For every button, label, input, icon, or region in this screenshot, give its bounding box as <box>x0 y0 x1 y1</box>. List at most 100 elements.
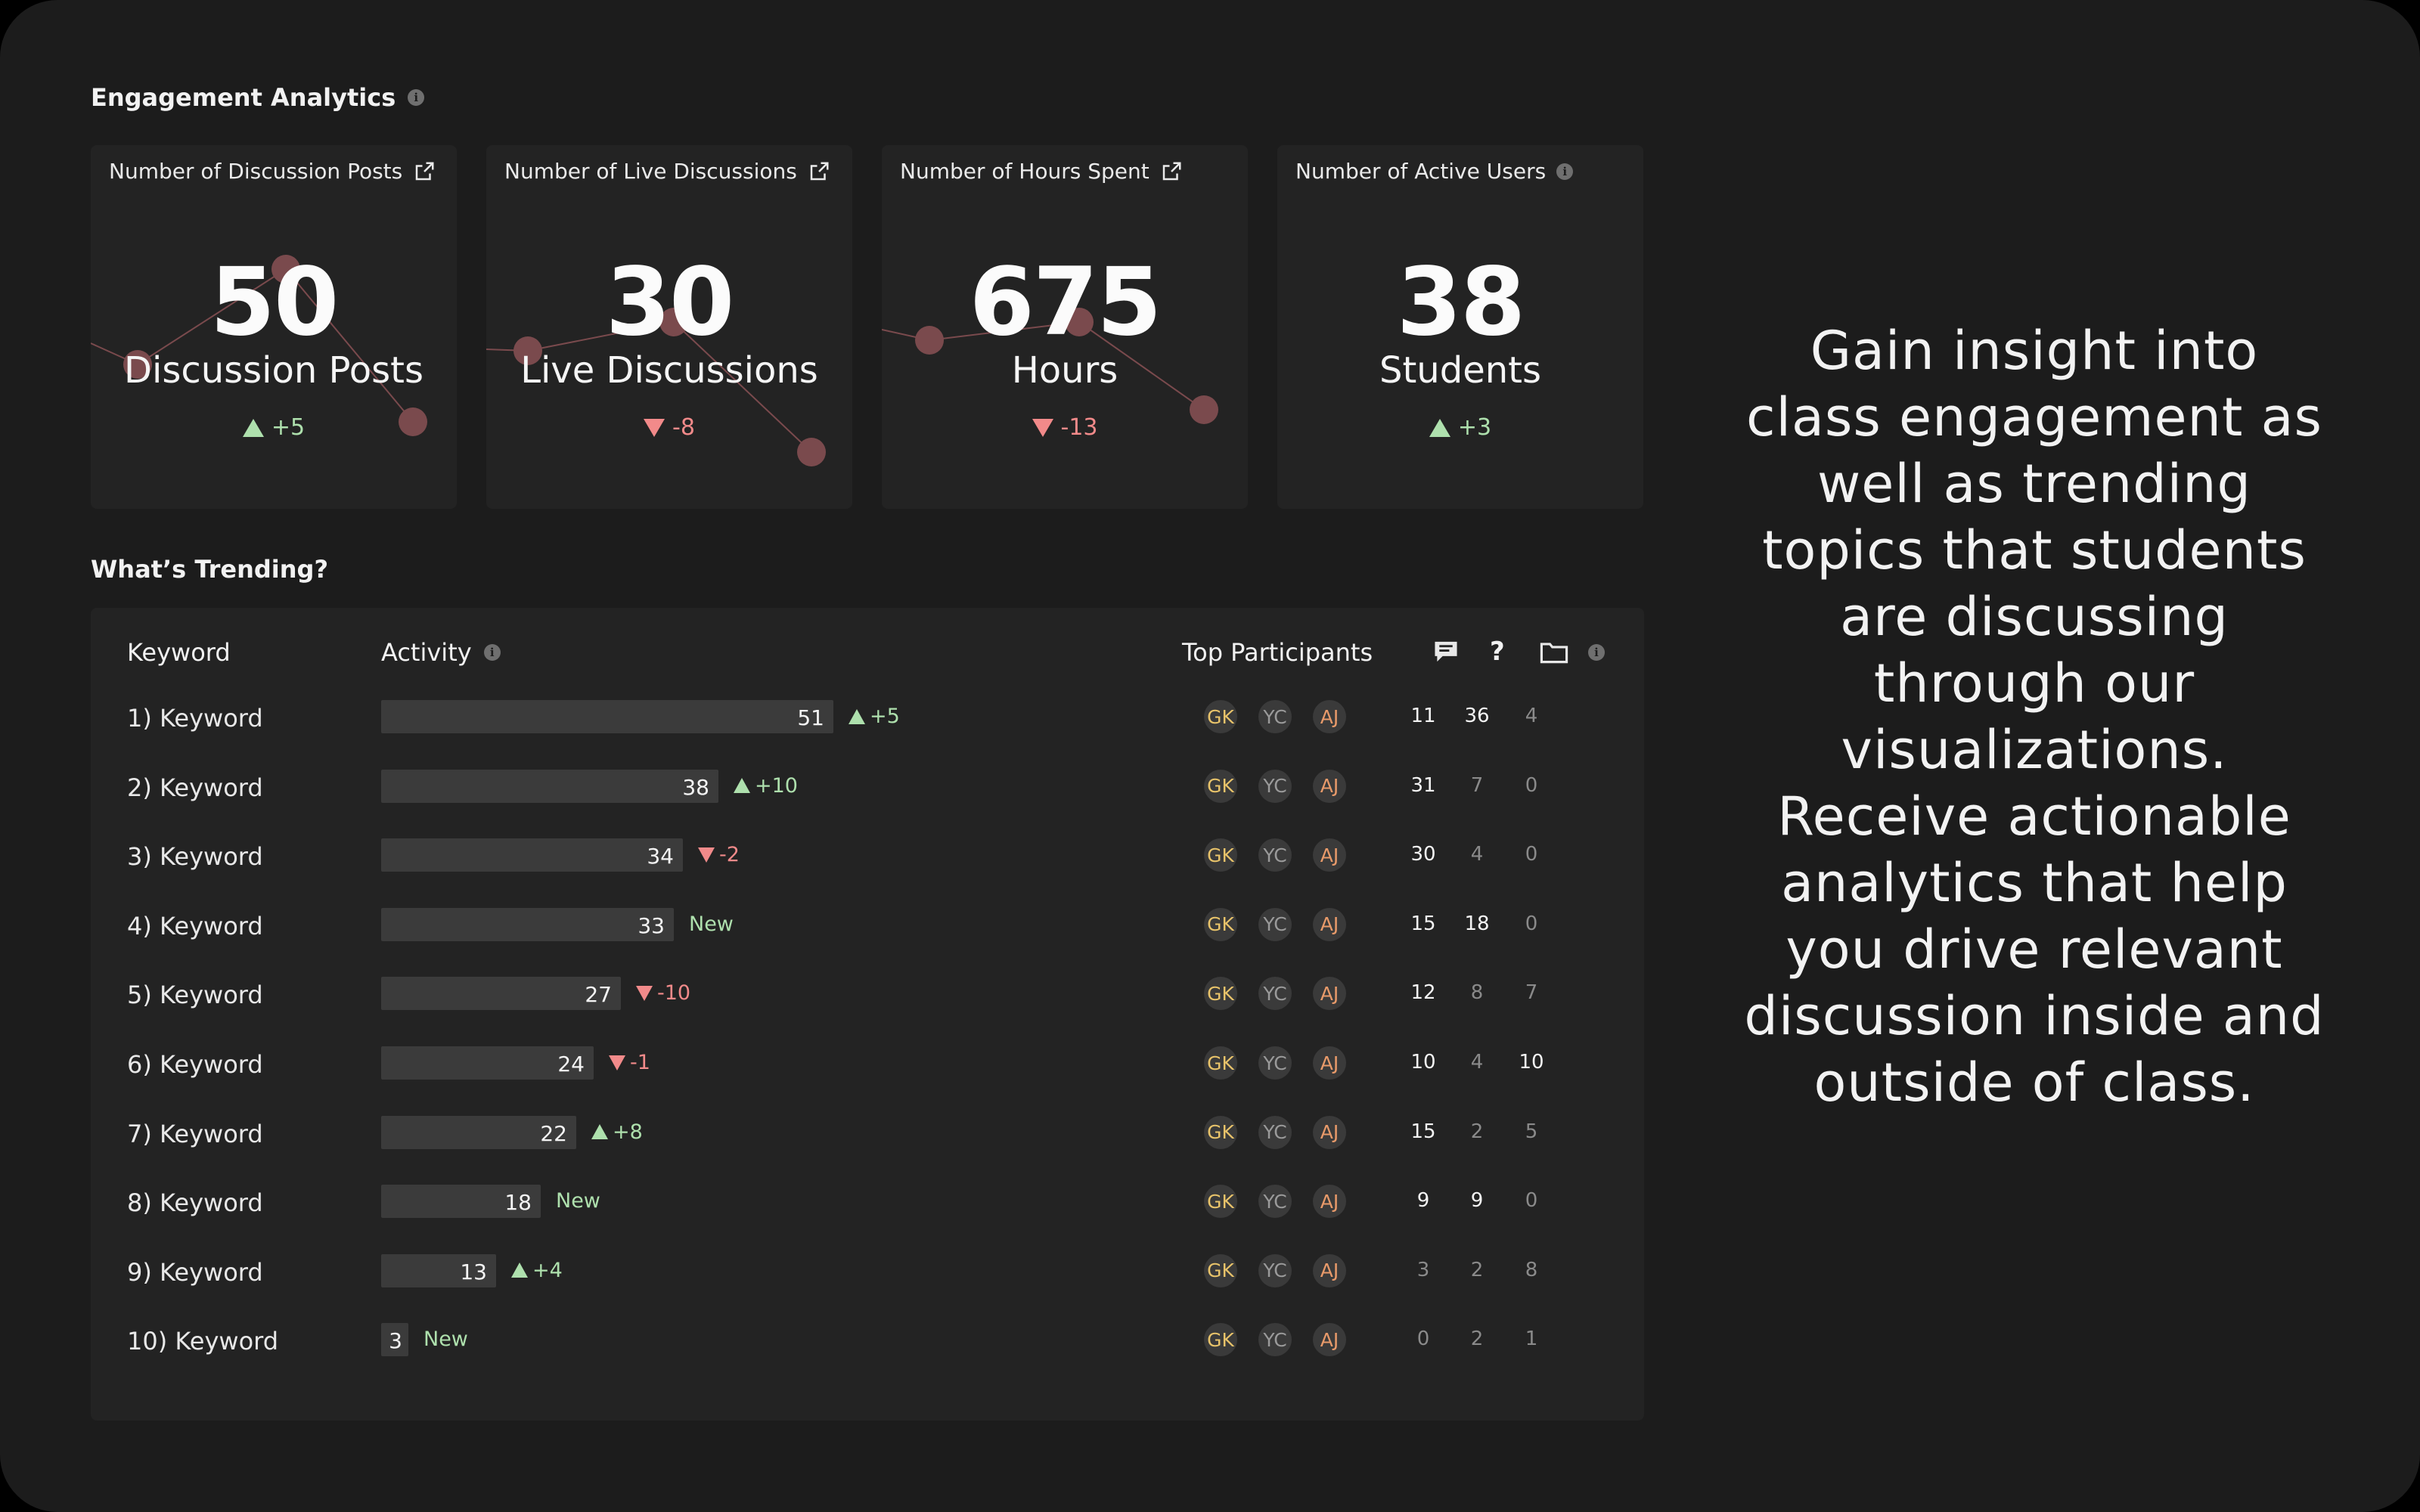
activity-value: 34 <box>647 844 674 869</box>
participant-avatar[interactable]: AJ <box>1313 1185 1346 1219</box>
activity-change-text: -1 <box>630 1051 650 1074</box>
activity-bar[interactable]: 22 <box>381 1115 576 1149</box>
table-row[interactable]: 9) Keyword 13 +4 GK YC AJ 3 2 8 <box>91 1252 1644 1297</box>
table-row[interactable]: 1) Keyword 51 +5 GK YC AJ 11 36 4 <box>91 698 1644 743</box>
participant-avatar[interactable]: AJ <box>1313 1115 1346 1149</box>
activity-change-text: +4 <box>532 1258 563 1282</box>
keyword-label[interactable]: 7) Keyword <box>127 1120 263 1148</box>
keyword-label[interactable]: 3) Keyword <box>127 842 263 871</box>
participant-avatar[interactable]: YC <box>1258 1323 1292 1357</box>
activity-bar[interactable]: 13 <box>381 1253 496 1287</box>
metric-card-live-discussions[interactable]: Number of Live Discussions 30 Live Discu… <box>486 145 852 509</box>
activity-bar[interactable]: 3 <box>381 1323 408 1357</box>
posts-count: 31 <box>1410 773 1436 797</box>
metric-unit: Students <box>1379 349 1541 392</box>
posts-count: 0 <box>1416 1328 1430 1351</box>
activity-change: New <box>424 1328 468 1351</box>
participant-avatar[interactable]: YC <box>1258 1115 1292 1149</box>
table-row[interactable]: 2) Keyword 38 +10 GK YC AJ 31 7 0 <box>91 767 1644 813</box>
activity-bar[interactable]: 18 <box>381 1185 541 1219</box>
info-icon[interactable]: i <box>408 89 425 106</box>
table-row[interactable]: 3) Keyword 34 -2 GK YC AJ 30 4 0 <box>91 836 1644 881</box>
comment-icon[interactable] <box>1432 640 1460 664</box>
participant-avatar[interactable]: YC <box>1258 838 1292 872</box>
keyword-label[interactable]: 5) Keyword <box>127 981 263 1009</box>
activity-bar[interactable]: 24 <box>381 1046 594 1080</box>
activity-bar[interactable]: 33 <box>381 907 674 941</box>
participant-avatar[interactable]: YC <box>1258 1253 1292 1287</box>
metric-delta-text: -13 <box>1060 414 1098 441</box>
participant-avatar[interactable]: YC <box>1258 977 1292 1011</box>
activity-bar[interactable]: 27 <box>381 977 621 1011</box>
questions-count: 7 <box>1470 773 1484 797</box>
participant-avatar[interactable]: GK <box>1204 977 1237 1011</box>
activity-change-text: +8 <box>613 1120 643 1144</box>
question-icon[interactable]: ? <box>1490 637 1505 667</box>
keyword-label[interactable]: 2) Keyword <box>127 773 263 802</box>
info-icon[interactable]: i <box>1588 644 1605 661</box>
participant-avatar[interactable]: GK <box>1204 1185 1237 1219</box>
activity-bar[interactable]: 34 <box>381 838 683 872</box>
header-activity[interactable]: Activity i <box>381 638 501 667</box>
participant-avatar[interactable]: AJ <box>1313 977 1346 1011</box>
metric-card-active-users[interactable]: Number of Active Users i 38 Students +3 <box>1277 145 1643 509</box>
questions-count: 2 <box>1470 1328 1484 1351</box>
header-top-participants[interactable]: Top Participants <box>1182 638 1373 667</box>
files-count: 5 <box>1525 1120 1538 1143</box>
participant-avatar[interactable]: YC <box>1258 700 1292 733</box>
participant-avatar[interactable]: GK <box>1204 838 1237 872</box>
activity-value: 51 <box>797 705 824 730</box>
activity-bar[interactable]: 51 <box>381 700 833 733</box>
keyword-label[interactable]: 10) Keyword <box>127 1327 278 1356</box>
activity-change-text: New <box>556 1189 600 1213</box>
keyword-label[interactable]: 1) Keyword <box>127 704 263 733</box>
participant-avatar[interactable]: AJ <box>1313 838 1346 872</box>
info-icon[interactable]: i <box>483 644 501 661</box>
header-activity-label: Activity <box>381 638 472 667</box>
folder-icon[interactable] <box>1540 641 1568 664</box>
trending-section-title: What’s Trending? <box>91 555 328 584</box>
participant-avatar[interactable]: AJ <box>1313 700 1346 733</box>
files-count: 8 <box>1525 1258 1538 1281</box>
keyword-label[interactable]: 9) Keyword <box>127 1258 263 1287</box>
files-count: 0 <box>1525 843 1538 866</box>
participant-avatar[interactable]: AJ <box>1313 907 1346 941</box>
table-row[interactable]: 4) Keyword 33 New GK YC AJ 15 18 0 <box>91 906 1644 951</box>
activity-change: +8 <box>591 1120 643 1144</box>
participant-avatar[interactable]: AJ <box>1313 1046 1346 1080</box>
metric-card-hours-spent[interactable]: Number of Hours Spent 675 Hours -13 <box>882 145 1248 509</box>
table-row[interactable]: 10) Keyword 3 New GK YC AJ 0 2 1 <box>91 1321 1644 1366</box>
app-frame: Engagement Analytics i Number of Discuss… <box>0 0 2420 1512</box>
posts-count: 30 <box>1410 843 1436 866</box>
keyword-label[interactable]: 6) Keyword <box>127 1050 263 1079</box>
metric-card-discussion-posts[interactable]: Number of Discussion Posts 50 Discussion… <box>91 145 457 509</box>
table-row[interactable]: 5) Keyword 27 -10 GK YC AJ 12 8 7 <box>91 974 1644 1020</box>
participant-avatar[interactable]: GK <box>1204 1253 1237 1287</box>
files-count: 4 <box>1525 705 1538 727</box>
engagement-title: Engagement Analytics <box>91 83 396 112</box>
activity-change: +5 <box>849 705 900 728</box>
participant-avatar[interactable]: AJ <box>1313 1253 1346 1287</box>
participant-avatar[interactable]: YC <box>1258 769 1292 803</box>
table-row[interactable]: 6) Keyword 24 -1 GK YC AJ 10 4 10 <box>91 1044 1644 1089</box>
participant-avatar[interactable]: GK <box>1204 769 1237 803</box>
participant-avatar[interactable]: AJ <box>1313 1323 1346 1357</box>
table-row[interactable]: 8) Keyword 18 New GK YC AJ 9 9 0 <box>91 1182 1644 1228</box>
participant-avatar[interactable]: GK <box>1204 700 1237 733</box>
header-keyword[interactable]: Keyword <box>127 638 231 667</box>
participant-avatar[interactable]: GK <box>1204 1323 1237 1357</box>
activity-bar[interactable]: 38 <box>381 769 718 803</box>
participant-avatar[interactable]: GK <box>1204 1115 1237 1149</box>
participant-avatar[interactable]: GK <box>1204 1046 1237 1080</box>
files-count: 1 <box>1525 1328 1538 1351</box>
table-row[interactable]: 7) Keyword 22 +8 GK YC AJ 15 2 5 <box>91 1114 1644 1159</box>
participant-avatar[interactable]: AJ <box>1313 769 1346 803</box>
participant-avatar[interactable]: YC <box>1258 907 1292 941</box>
keyword-label[interactable]: 8) Keyword <box>127 1188 263 1217</box>
participant-avatar[interactable]: YC <box>1258 1046 1292 1080</box>
questions-count: 36 <box>1464 705 1490 727</box>
files-count: 0 <box>1525 773 1538 797</box>
participant-avatar[interactable]: GK <box>1204 907 1237 941</box>
keyword-label[interactable]: 4) Keyword <box>127 912 263 940</box>
participant-avatar[interactable]: YC <box>1258 1185 1292 1219</box>
